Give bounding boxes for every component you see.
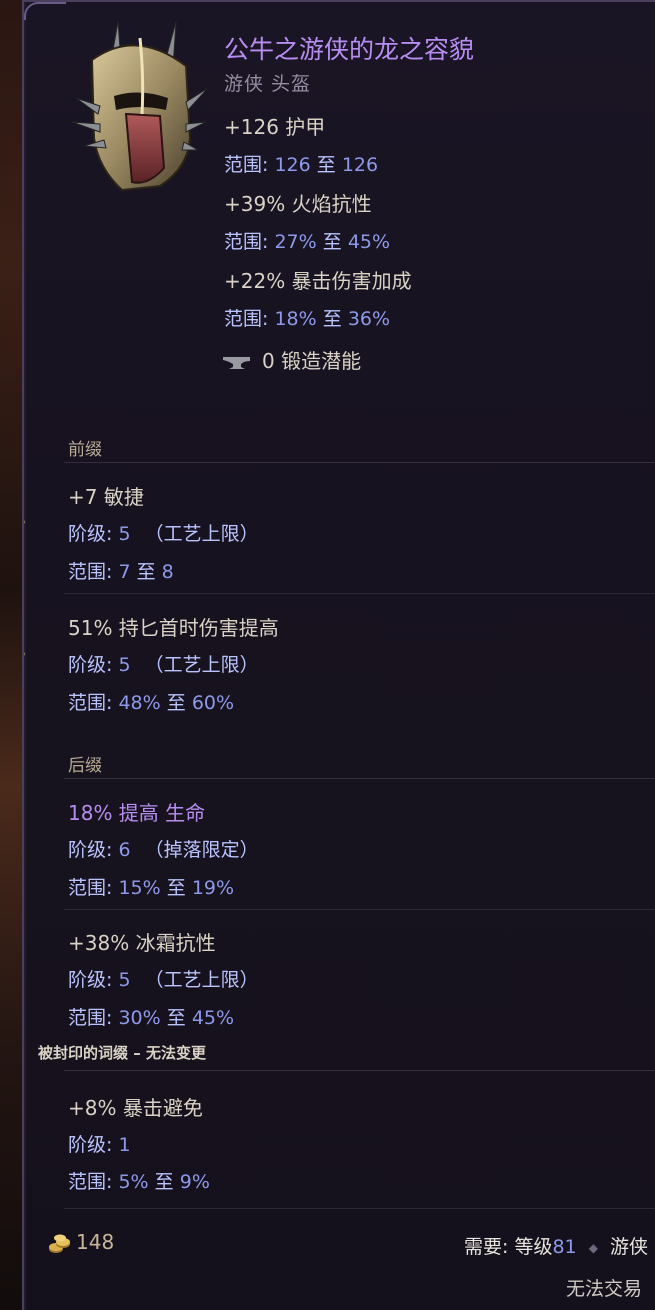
tooltip-frame: [24, 0, 655, 20]
range-label: 范围: [68, 561, 107, 583]
gold-coins-icon: [49, 1234, 70, 1253]
sealed-affix-name: +8% 暴击避免: [68, 1096, 203, 1120]
range-max: 60%: [191, 692, 235, 714]
class-name: 游侠: [609, 1236, 648, 1258]
tier-note: （掉落限定）: [144, 839, 259, 861]
prefix-affix-name: +7 敏捷: [68, 485, 144, 509]
range-to: 至: [166, 1007, 186, 1029]
range-to: 至: [154, 1171, 174, 1193]
range-min: 48%: [118, 692, 161, 714]
item-name: 公牛之游侠的龙之容貌: [224, 35, 475, 64]
range-to: 至: [322, 308, 342, 330]
implicit-stat: +39% 火焰抗性: [224, 192, 372, 216]
prefix-affix-range: 范围: 7 至 8: [68, 561, 174, 583]
range-max: 45%: [347, 231, 391, 253]
prefix-affix-tier: 阶级: 5 （工艺上限）: [68, 523, 259, 545]
suffix-affix-name: 18% 提高 生命: [68, 801, 206, 825]
suffix-affix-tier: 阶级: 5 （工艺上限）: [68, 969, 259, 991]
range-min: 30%: [118, 1007, 161, 1029]
range-to: 至: [136, 561, 156, 583]
forge-potential: 0 锻造潜能: [222, 345, 361, 374]
range-to: 至: [166, 877, 186, 899]
frame-notch-icon: [24, 652, 26, 656]
tier-label: 阶级: [68, 839, 107, 861]
suffix-affix-range: 范围: 15% 至 19%: [68, 877, 235, 899]
requirement-label: 需要:: [464, 1236, 509, 1258]
range-max: 36%: [347, 308, 391, 330]
range-min: 5%: [118, 1171, 149, 1193]
item-type: 游侠 头盔: [224, 73, 312, 95]
divider: [64, 593, 655, 594]
range-max: 19%: [191, 877, 235, 899]
implicit-range: 范围: 18% 至 36%: [224, 308, 391, 330]
sealed-affix-range: 范围: 5% 至 9%: [68, 1171, 210, 1193]
tier-note: （工艺上限）: [144, 969, 259, 991]
prefix-section-title: 前缀: [68, 440, 102, 460]
tier-value: 5: [118, 969, 131, 991]
prefix-affix-range: 范围: 48% 至 60%: [68, 692, 235, 714]
range-min: 27%: [274, 231, 317, 253]
divider: [64, 462, 655, 463]
tier-label: 阶级: [68, 969, 107, 991]
level-value: 81: [552, 1236, 577, 1258]
divider: [64, 1070, 655, 1071]
suffix-section-title: 后缀: [68, 756, 102, 776]
range-to: 至: [166, 692, 186, 714]
sealed-affix-tier: 阶级: 1: [68, 1134, 131, 1156]
tier-value: 5: [118, 654, 131, 676]
tier-label: 阶级: [68, 1134, 107, 1156]
range-to: 至: [322, 231, 342, 253]
anvil-icon: [223, 356, 250, 369]
tier-value: 5: [118, 523, 131, 545]
suffix-affix-name: +38% 冰霜抗性: [68, 931, 216, 955]
trade-status: 无法交易: [566, 1278, 643, 1300]
range-max: 8: [161, 561, 174, 583]
range-min: 15%: [118, 877, 161, 899]
range-max: 9%: [179, 1171, 210, 1193]
suffix-affix-range: 范围: 30% 至 45%: [68, 1007, 235, 1029]
divider: [64, 909, 655, 910]
gold-amount: 148: [76, 1230, 115, 1254]
tier-label: 阶级: [68, 523, 107, 545]
tier-note: （工艺上限）: [144, 523, 259, 545]
implicit-stat: +22% 暴击伤害加成: [224, 269, 412, 293]
tier-value: 1: [118, 1134, 131, 1156]
implicit-stat: +126 护甲: [224, 115, 326, 139]
range-label: 范围: [224, 154, 263, 176]
range-label: 范围: [68, 877, 107, 899]
range-min: 126: [274, 154, 311, 176]
range-label: 范围: [224, 231, 263, 253]
item-tooltip-panel: 公牛之游侠的龙之容貌 游侠 头盔 +126 护甲 范围: 126 至 126 +…: [22, 0, 655, 1310]
range-label: 范围: [68, 1007, 107, 1029]
range-label: 范围: [224, 308, 263, 330]
divider: [64, 1208, 655, 1209]
level-label: 等级: [514, 1236, 553, 1258]
range-label: 范围: [68, 692, 107, 714]
prefix-affix-name: 51% 持匕首时伤害提高: [68, 616, 279, 640]
tier-note: （工艺上限）: [144, 654, 259, 676]
range-min: 7: [118, 561, 131, 583]
requirement: 需要: 等级81 ◆ 游侠: [464, 1236, 648, 1258]
gold-value: 148: [48, 1230, 114, 1255]
tier-value: 6: [118, 839, 131, 861]
implicit-range: 范围: 27% 至 45%: [224, 231, 391, 253]
range-max: 45%: [191, 1007, 235, 1029]
range-label: 范围: [68, 1171, 107, 1193]
tier-label: 阶级: [68, 654, 107, 676]
forge-potential-text: 0 锻造潜能: [262, 349, 362, 373]
range-max: 126: [341, 154, 379, 176]
implicit-range: 范围: 126 至 126: [224, 154, 379, 176]
frame-notch-icon: [24, 520, 26, 524]
prefix-affix-tier: 阶级: 5 （工艺上限）: [68, 654, 259, 676]
range-to: 至: [316, 154, 336, 176]
divider: [64, 778, 655, 779]
sealed-affix-title: 被封印的词缀 – 无法变更: [38, 1044, 206, 1062]
helmet-item-icon: [71, 21, 208, 192]
suffix-affix-tier: 阶级: 6 （掉落限定）: [68, 839, 259, 861]
range-min: 18%: [274, 308, 317, 330]
